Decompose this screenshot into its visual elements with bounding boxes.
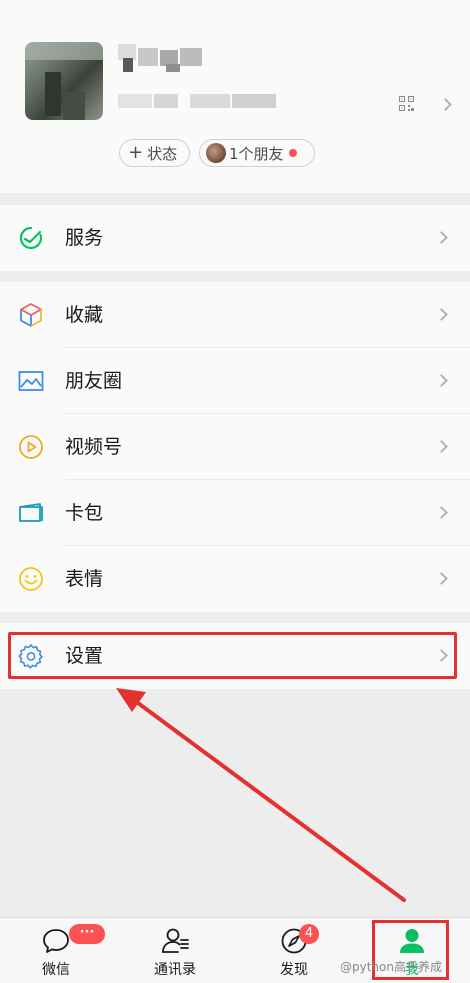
settings-highlight-box (8, 632, 457, 679)
qr-code-icon[interactable] (399, 96, 414, 111)
status-label: 状态 (147, 144, 178, 163)
tab-label: 发现 (280, 962, 308, 978)
tab-chats[interactable]: ··· 微信 (6, 918, 106, 983)
profile-header[interactable]: + 状态 1个朋友 (0, 0, 470, 193)
friends-label: 1个朋友 (229, 144, 284, 163)
discover-badge: 4 (299, 924, 319, 944)
menu-label: 表情 (65, 568, 104, 590)
chevron-right-icon (435, 231, 448, 244)
moments-picture-icon (18, 371, 44, 391)
favorites-cube-icon (20, 303, 42, 327)
chevron-right-icon (435, 440, 448, 453)
chevron-right-icon (435, 308, 448, 321)
menu-item-channels[interactable]: 视频号 (0, 414, 470, 480)
menu-item-favorites[interactable]: 收藏 (0, 282, 470, 348)
notification-dot (288, 149, 297, 157)
profile-name-blurred (118, 44, 206, 74)
friend-avatar (206, 143, 226, 163)
tab-contacts[interactable]: 通讯录 (125, 918, 225, 983)
unread-badge: ··· (69, 924, 105, 944)
tab-label: 微信 (42, 962, 70, 978)
channels-play-icon (19, 435, 43, 459)
menu-label: 卡包 (65, 502, 104, 524)
tab-discover[interactable]: 发现 (244, 918, 344, 983)
profile-id-blurred (118, 94, 278, 110)
menu-label: 朋友圈 (65, 370, 123, 392)
card-wallet-icon (19, 503, 43, 522)
menu-label: 收藏 (65, 304, 104, 326)
menu-label: 视频号 (65, 436, 123, 458)
watermark: @python高手养成 (340, 960, 442, 974)
menu-label: 服务 (65, 227, 104, 249)
menu-item-moments[interactable]: 朋友圈 (0, 348, 470, 414)
smiley-icon (19, 567, 43, 591)
chevron-right-icon (435, 506, 448, 519)
menu-item-stickers[interactable]: 表情 (0, 546, 470, 612)
contacts-icon (162, 928, 189, 953)
chevron-right-icon (435, 374, 448, 387)
avatar[interactable] (25, 42, 103, 120)
services-icon (19, 226, 43, 250)
chevron-right-icon (435, 572, 448, 585)
chevron-right-icon (439, 98, 452, 111)
menu-item-cards[interactable]: 卡包 (0, 480, 470, 546)
chat-bubble-icon (43, 929, 69, 953)
add-status-button[interactable]: + 状态 (119, 139, 190, 167)
tab-label: 通讯录 (154, 962, 196, 978)
plus-icon: + (128, 142, 144, 163)
friends-status-button[interactable]: 1个朋友 (199, 139, 315, 167)
menu-item-services[interactable]: 服务 (0, 205, 470, 271)
